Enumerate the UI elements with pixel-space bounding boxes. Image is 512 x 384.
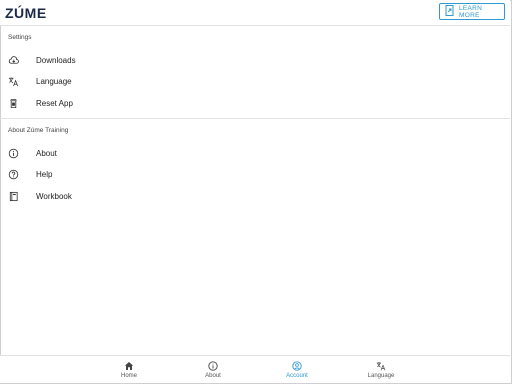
zume-logo: ZÚME bbox=[5, 5, 47, 21]
book-icon bbox=[8, 191, 19, 202]
cloud-download-icon bbox=[8, 55, 19, 66]
settings-item-language[interactable]: Language bbox=[0, 72, 510, 90]
about-item-help[interactable]: Help bbox=[0, 165, 510, 183]
info-icon bbox=[208, 361, 218, 371]
nav-tab-home[interactable]: Home bbox=[99, 356, 159, 383]
learn-more-label: LEARN MORE bbox=[459, 4, 483, 19]
account-icon bbox=[292, 361, 302, 371]
bottom-navigation: Home About Account Language bbox=[0, 355, 510, 383]
top-header: ZÚME LEARN MORE bbox=[0, 0, 510, 26]
settings-item-downloads[interactable]: Downloads bbox=[0, 51, 510, 69]
help-icon bbox=[8, 169, 19, 180]
nav-tab-about[interactable]: About bbox=[183, 356, 243, 383]
workbook-label: Workbook bbox=[36, 191, 72, 201]
learn-more-button[interactable]: LEARN MORE bbox=[439, 3, 505, 20]
nav-home-label: Home bbox=[120, 373, 137, 379]
settings-item-reset-app[interactable]: Reset App bbox=[0, 94, 510, 112]
translate-icon bbox=[8, 76, 19, 87]
about-item-workbook[interactable]: Workbook bbox=[0, 187, 510, 205]
downloads-label: Downloads bbox=[36, 55, 76, 65]
external-link-icon bbox=[445, 5, 454, 18]
nav-about-label: About bbox=[205, 373, 221, 379]
about-label: About bbox=[36, 148, 57, 158]
section-divider bbox=[0, 118, 510, 119]
trash-icon bbox=[8, 98, 19, 109]
nav-account-label: Account bbox=[286, 373, 308, 379]
help-label: Help bbox=[36, 169, 53, 179]
reset-app-label: Reset App bbox=[36, 98, 73, 108]
settings-section-title: Settings bbox=[8, 34, 32, 41]
nav-tab-account[interactable]: Account bbox=[267, 356, 327, 383]
about-item-about[interactable]: About bbox=[0, 144, 510, 162]
info-icon bbox=[8, 148, 19, 159]
language-label: Language bbox=[36, 76, 72, 86]
nav-language-label: Language bbox=[367, 373, 395, 379]
nav-tab-language[interactable]: Language bbox=[351, 356, 411, 383]
home-icon bbox=[124, 361, 134, 371]
about-section-title: About Zúme Training bbox=[8, 127, 69, 134]
translate-icon bbox=[376, 361, 386, 371]
